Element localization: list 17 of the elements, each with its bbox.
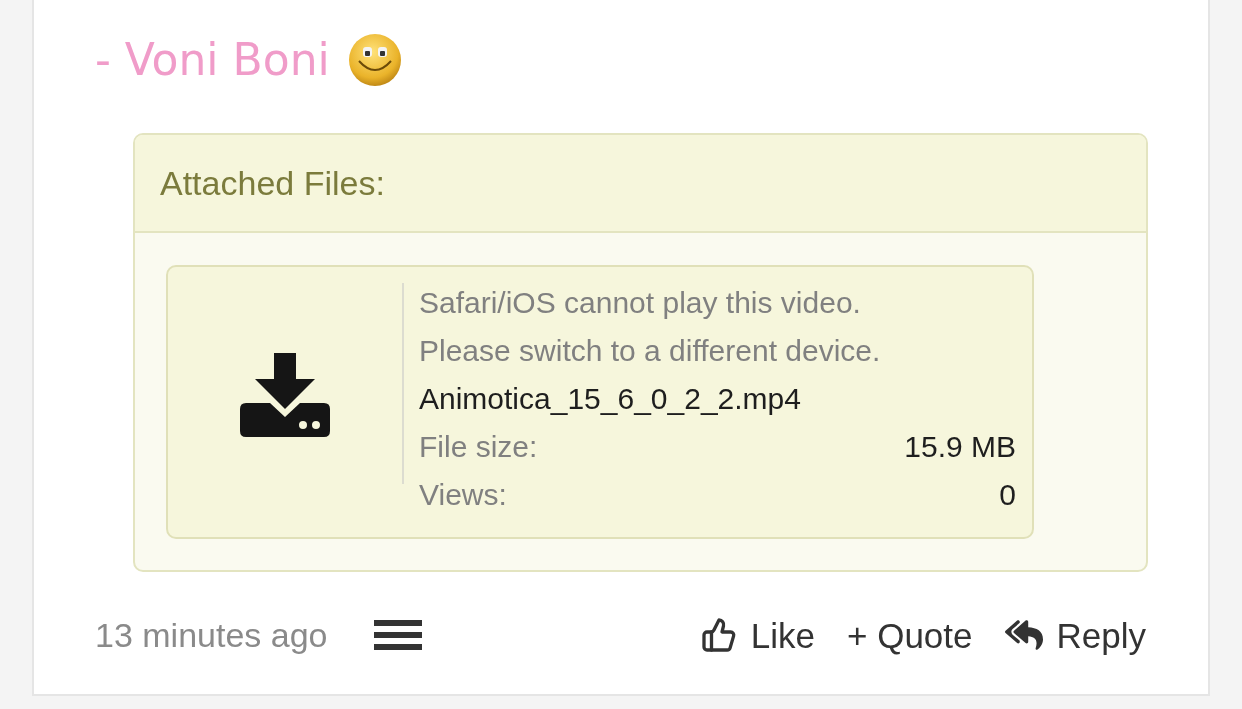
like-button[interactable]: Like <box>698 611 817 659</box>
detail-value: 15.9 MB <box>904 432 1016 462</box>
notice-text: Please switch to a different device. <box>419 336 881 366</box>
download-icon <box>240 353 330 437</box>
detail-label: File size: <box>419 432 538 462</box>
quote-button[interactable]: + Quote <box>845 611 975 659</box>
detail-value: 0 <box>999 480 1016 510</box>
thumbs-up-icon <box>700 617 737 653</box>
smiley-emoji-icon <box>347 33 402 87</box>
signature-text: - Voni Boni <box>95 38 330 82</box>
file-name: Animotica_15_6_0_2_2.mp4 <box>419 384 801 414</box>
detail-label: Views: <box>419 480 507 510</box>
menu-icon[interactable] <box>373 620 422 650</box>
notice-text: Safari/iOS cannot play this video. <box>419 288 861 318</box>
attachments-title: Attached Files: <box>160 166 385 200</box>
reply-button[interactable]: Reply <box>1002 610 1148 660</box>
attachment-card[interactable]: Safari/iOS cannot play this video. Please switch to a different device. Animotica_15_6_0_2_2.mp4 File size: 15.9 MB Views: 0 <box>166 265 1034 539</box>
